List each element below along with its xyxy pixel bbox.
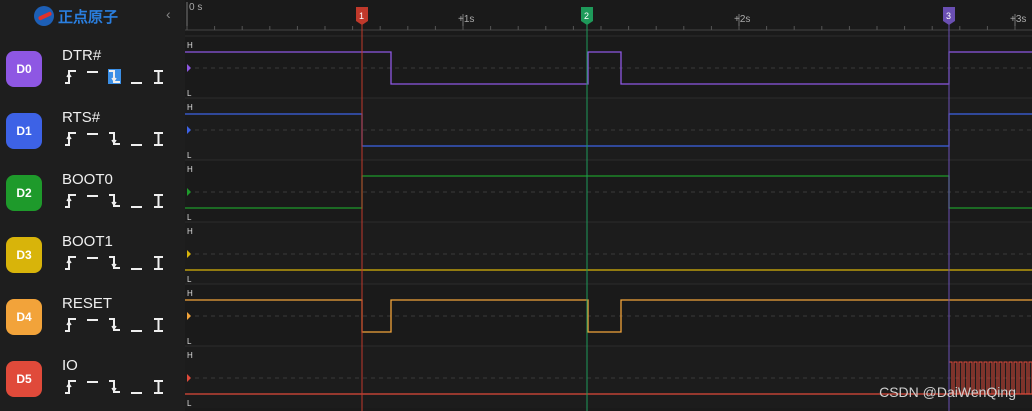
channel-badge[interactable]: D3 (6, 237, 42, 273)
channel-name: RTS# (62, 109, 101, 126)
high-level-trigger-icon[interactable] (86, 69, 99, 84)
logo: 正点原子 (34, 5, 118, 27)
channel-panel: 正点原子 ‹ D0 DTR# D1 RTS# D2 BOOT0 D3 BOOT1 D4 RESET… (0, 0, 185, 411)
any-edge-trigger-icon[interactable] (152, 379, 165, 394)
trigger-options (64, 255, 165, 270)
any-edge-trigger-icon[interactable] (152, 69, 165, 84)
timeline-tick-label: 0 s (189, 2, 202, 13)
level-low-label: L (187, 213, 192, 222)
level-low-label: L (187, 337, 192, 346)
rising-edge-trigger-icon[interactable] (64, 317, 77, 332)
channel-lane (185, 36, 1032, 98)
high-level-trigger-icon[interactable] (86, 255, 99, 270)
level-high-label: H (187, 41, 193, 50)
any-edge-trigger-icon[interactable] (152, 255, 165, 270)
high-level-trigger-icon[interactable] (86, 379, 99, 394)
channel-row[interactable]: D0 DTR# (0, 36, 185, 94)
channel-badge[interactable]: D0 (6, 51, 42, 87)
channel-name: RESET (62, 295, 113, 312)
low-level-trigger-icon[interactable] (130, 193, 143, 208)
channel-lane (185, 160, 1032, 222)
logo-icon (34, 6, 54, 26)
low-level-trigger-icon[interactable] (130, 255, 143, 270)
timeline-tick-label: +2s (734, 14, 750, 25)
channel-row[interactable]: D5 IO (0, 346, 185, 404)
level-high-label: H (187, 165, 193, 174)
channel-row[interactable]: D4 RESET (0, 284, 185, 342)
rising-edge-trigger-icon[interactable] (64, 255, 77, 270)
trigger-options (64, 193, 165, 208)
rising-edge-trigger-icon[interactable] (64, 379, 77, 394)
level-high-label: H (187, 227, 193, 236)
level-low-label: L (187, 399, 192, 408)
falling-edge-trigger-icon[interactable] (108, 193, 121, 208)
any-edge-trigger-icon[interactable] (152, 317, 165, 332)
channel-badge[interactable]: D4 (6, 299, 42, 335)
level-low-label: L (187, 275, 192, 284)
high-level-trigger-icon[interactable] (86, 131, 99, 146)
any-edge-trigger-icon[interactable] (152, 131, 165, 146)
channel-lane (185, 98, 1032, 160)
channel-name: IO (62, 357, 78, 374)
channel-row[interactable]: D3 BOOT1 (0, 222, 185, 280)
high-level-trigger-icon[interactable] (86, 193, 99, 208)
channel-name: BOOT1 (62, 233, 113, 250)
channel-badge[interactable]: D2 (6, 175, 42, 211)
level-low-label: L (187, 89, 192, 98)
timeline-tick-label: +1s (458, 14, 474, 25)
channel-badge[interactable]: D1 (6, 113, 42, 149)
trigger-options (64, 317, 165, 332)
channel-lane (185, 284, 1032, 346)
rising-edge-trigger-icon[interactable] (64, 131, 77, 146)
channel-name: BOOT0 (62, 171, 113, 188)
channel-name: DTR# (62, 47, 102, 64)
trigger-options (64, 379, 165, 394)
falling-edge-trigger-icon[interactable] (108, 255, 121, 270)
high-level-trigger-icon[interactable] (86, 317, 99, 332)
timeline-tick-label: +3s (1010, 14, 1026, 25)
channel-lane (185, 222, 1032, 284)
level-low-label: L (187, 151, 192, 160)
rising-edge-trigger-icon[interactable] (64, 69, 77, 84)
rising-edge-trigger-icon[interactable] (64, 193, 77, 208)
low-level-trigger-icon[interactable] (130, 69, 143, 84)
watermark: CSDN @DaiWenQing (879, 384, 1016, 400)
level-high-label: H (187, 351, 193, 360)
falling-edge-trigger-icon[interactable] (108, 379, 121, 394)
channel-badge[interactable]: D5 (6, 361, 42, 397)
falling-edge-trigger-icon[interactable] (108, 317, 121, 332)
marker-label: 1 (359, 11, 364, 21)
channel-row[interactable]: D1 RTS# (0, 98, 185, 156)
marker-label: 3 (946, 11, 951, 21)
marker-label: 2 (584, 11, 589, 21)
falling-edge-trigger-icon[interactable] (108, 69, 121, 84)
level-high-label: H (187, 289, 193, 298)
falling-edge-trigger-icon[interactable] (108, 131, 121, 146)
any-edge-trigger-icon[interactable] (152, 193, 165, 208)
level-high-label: H (187, 103, 193, 112)
low-level-trigger-icon[interactable] (130, 131, 143, 146)
collapse-panel-icon[interactable]: ‹ (166, 6, 171, 22)
trigger-options (64, 131, 165, 146)
channel-row[interactable]: D2 BOOT0 (0, 160, 185, 218)
waveform-area[interactable]: 0 s+1s +2s +3sHLHLHLHLHLHL1 2 3 (185, 0, 1032, 411)
trigger-options (64, 69, 165, 84)
low-level-trigger-icon[interactable] (130, 379, 143, 394)
logo-text: 正点原子 (58, 7, 119, 26)
low-level-trigger-icon[interactable] (130, 317, 143, 332)
